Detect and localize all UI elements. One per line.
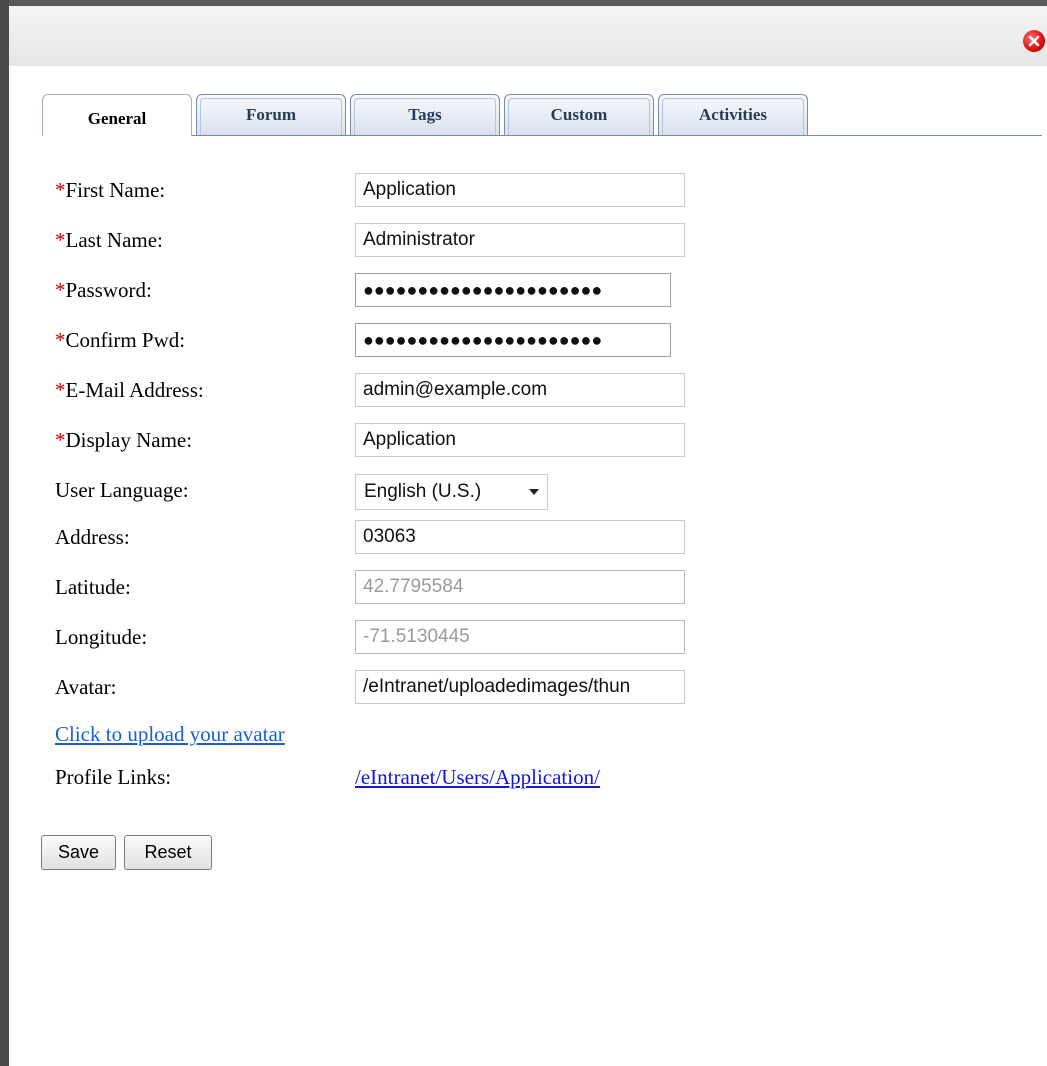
- first-name-field[interactable]: Application: [355, 173, 685, 207]
- required-marker: *: [55, 378, 66, 402]
- required-marker: *: [55, 428, 66, 452]
- reset-button[interactable]: Reset: [124, 835, 212, 870]
- close-icon: [1028, 35, 1040, 47]
- required-marker: *: [55, 228, 66, 252]
- save-button[interactable]: Save: [41, 835, 116, 870]
- tab-bar: General Forum Tags Custom Activities: [42, 94, 1042, 136]
- tab-forum[interactable]: Forum: [196, 94, 346, 135]
- profile-links-label: Profile Links:: [55, 765, 172, 789]
- confirm-password-field[interactable]: ●●●●●●●●●●●●●●●●●●●●●●: [355, 323, 671, 357]
- display-name-label: *Display Name:: [55, 428, 193, 452]
- window-frame-edge: [0, 0, 9, 1066]
- first-name-label: *First Name:: [55, 178, 166, 202]
- confirm-password-label: *Confirm Pwd:: [55, 328, 186, 352]
- tab-general[interactable]: General: [42, 94, 192, 136]
- latitude-label: Latitude:: [55, 575, 131, 599]
- display-name-field[interactable]: Application: [355, 423, 685, 457]
- tab-label: Forum: [245, 105, 297, 124]
- required-marker: *: [55, 178, 66, 202]
- profile-link[interactable]: /eIntranet/Users/Application/: [355, 765, 600, 790]
- avatar-label: Avatar:: [55, 675, 117, 699]
- chevron-down-icon: [529, 489, 539, 495]
- tab-tags[interactable]: Tags: [350, 94, 500, 135]
- dialog-titlebar: [9, 0, 1047, 66]
- user-profile-dialog: General Forum Tags Custom Activities *Fi…: [9, 0, 1047, 1066]
- latitude-field: 42.7795584: [355, 570, 685, 604]
- longitude-label: Longitude:: [55, 625, 148, 649]
- email-field[interactable]: admin@example.com: [355, 373, 685, 407]
- user-language-select[interactable]: English (U.S.): [355, 474, 548, 510]
- password-label: *Password:: [55, 278, 152, 302]
- tab-label: Activities: [699, 105, 767, 124]
- last-name-field[interactable]: Administrator: [355, 223, 685, 257]
- required-marker: *: [55, 328, 66, 352]
- password-field[interactable]: ●●●●●●●●●●●●●●●●●●●●●●: [355, 273, 671, 307]
- tab-activities[interactable]: Activities: [658, 94, 808, 135]
- tab-label: Tags: [408, 105, 442, 124]
- last-name-label: *Last Name:: [55, 228, 163, 252]
- tab-custom[interactable]: Custom: [504, 94, 654, 135]
- upload-avatar-link[interactable]: Click to upload your avatar: [55, 722, 285, 747]
- close-button[interactable]: [1023, 30, 1045, 52]
- tab-label: Custom: [550, 105, 608, 124]
- address-label: Address:: [55, 525, 130, 549]
- email-label: *E-Mail Address:: [55, 378, 204, 402]
- avatar-field[interactable]: /eIntranet/uploadedimages/thun: [355, 670, 685, 704]
- longitude-field: -71.5130445: [355, 620, 685, 654]
- address-field[interactable]: 03063: [355, 520, 685, 554]
- tab-label: General: [87, 109, 147, 128]
- user-language-label: User Language:: [55, 478, 189, 502]
- required-marker: *: [55, 278, 66, 302]
